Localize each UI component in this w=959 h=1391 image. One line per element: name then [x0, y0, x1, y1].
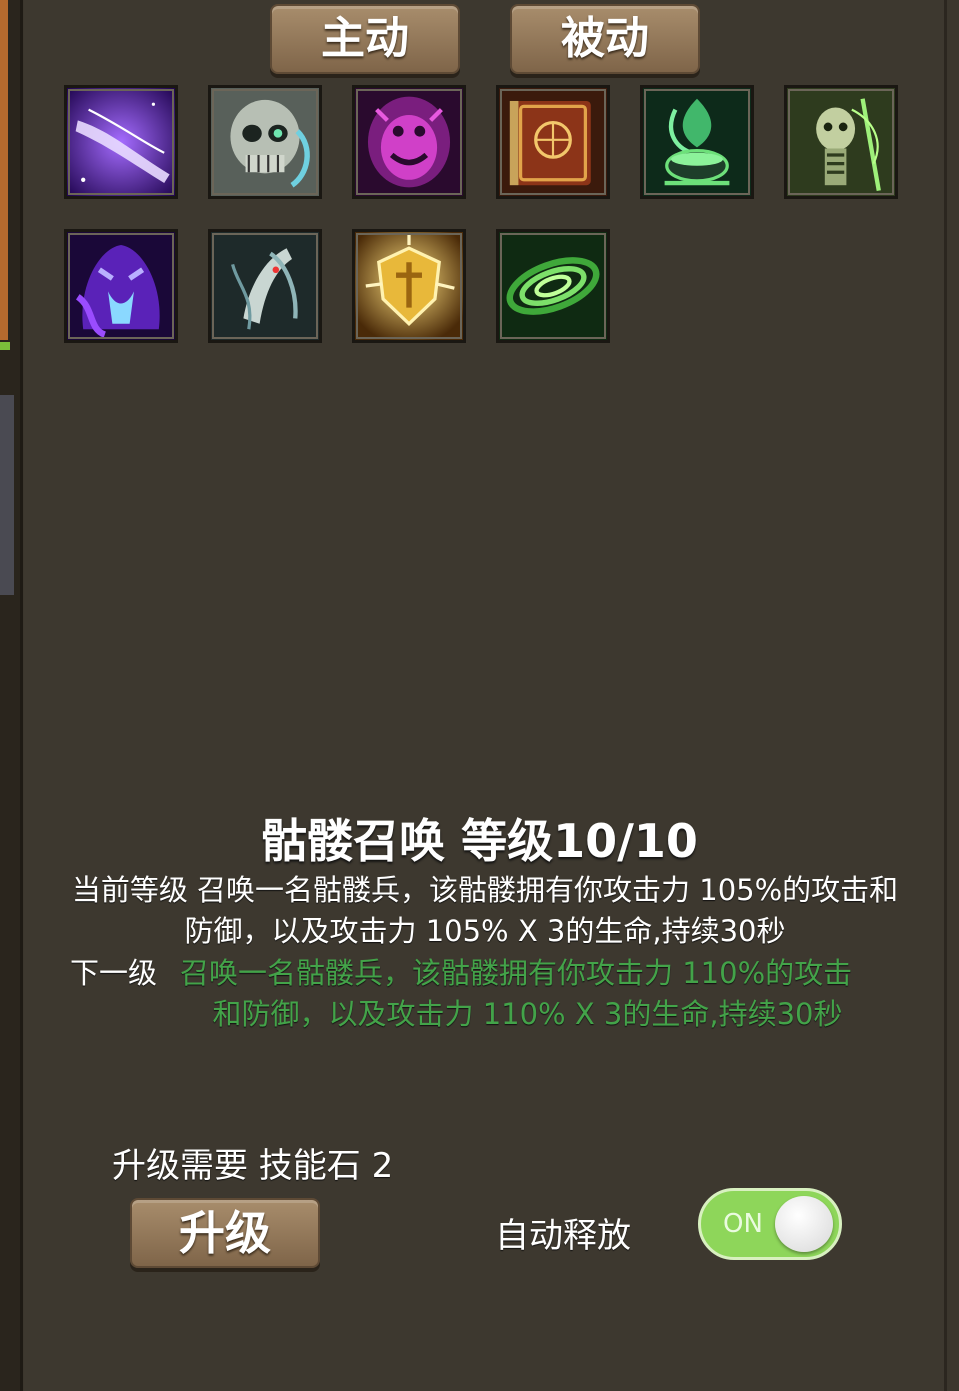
- bone-dragon-icon[interactable]: [208, 229, 322, 343]
- toggle-on-text: ON: [723, 1209, 763, 1239]
- auto-cast-label: 自动释放: [495, 1216, 631, 1256]
- tab-passive-skills[interactable]: 被动: [510, 4, 700, 74]
- toggle-knob[interactable]: [775, 1196, 833, 1252]
- next-level-label: 下一级: [70, 956, 158, 990]
- upgrade-button[interactable]: 升级: [130, 1198, 320, 1268]
- edge-orange: [0, 0, 8, 340]
- edge-dark: [0, 395, 14, 595]
- next-level-line-1: 召唤一名骷髅兵，该骷髅拥有你攻击力 110%的攻击: [180, 956, 853, 990]
- green-vortex-icon[interactable]: [496, 229, 610, 343]
- background-edge: [0, 0, 23, 1391]
- green-cauldron-icon[interactable]: [640, 85, 754, 199]
- right-rail: [944, 0, 947, 1391]
- skill-title: 骷髅召唤 等级10/10: [261, 814, 698, 868]
- edge-rail: [20, 0, 23, 1391]
- next-level-line-2: 和防御，以及攻击力 110% X 3的生命,持续30秒: [212, 997, 843, 1031]
- auto-cast-toggle[interactable]: ON: [698, 1188, 842, 1260]
- purple-lightning-icon[interactable]: [64, 85, 178, 199]
- current-level-description: 当前等级 召唤一名骷髅兵，该骷髅拥有你攻击力 105%的攻击和防御，以及攻击力 …: [71, 873, 899, 948]
- next-level-description: 召唤一名骷髅兵，该骷髅拥有你攻击力 110%的攻击 和防御，以及攻击力 110%…: [150, 953, 905, 1035]
- purple-demon-icon[interactable]: [352, 85, 466, 199]
- spellbook-icon[interactable]: [496, 85, 610, 199]
- edge-green: [0, 342, 10, 350]
- skull-head-icon[interactable]: [208, 85, 322, 199]
- upgrade-cost: 升级需要 技能石 2: [112, 1146, 394, 1186]
- green-skeleton-icon[interactable]: [784, 85, 898, 199]
- golden-shield-icon[interactable]: [352, 229, 466, 343]
- shadow-wraith-icon[interactable]: [64, 229, 178, 343]
- tab-active-skills[interactable]: 主动: [270, 4, 460, 74]
